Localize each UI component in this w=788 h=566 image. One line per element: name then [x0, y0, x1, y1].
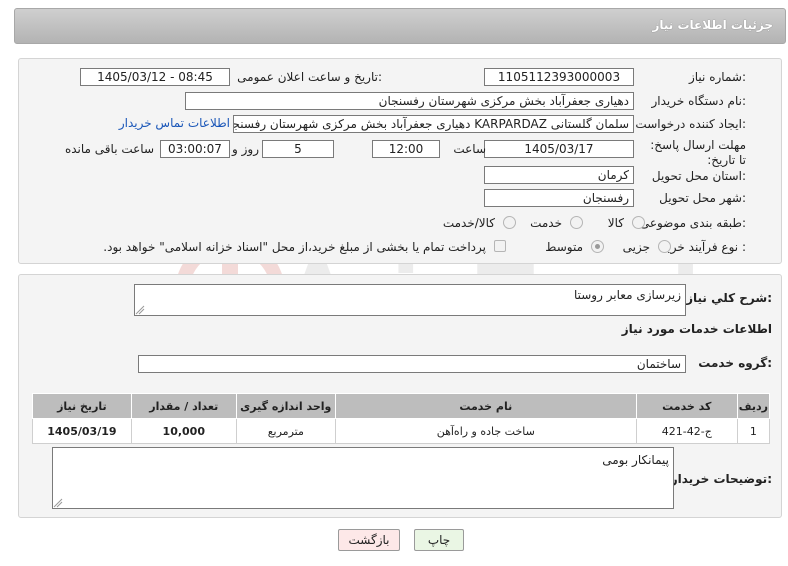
summary-label: شرح کلي نياز: — [686, 291, 772, 305]
creator-label: ایجاد کننده درخواست: — [635, 117, 746, 131]
col-row-number: ردیف — [736, 393, 771, 419]
category-option-goods-service: کالا/خدمت — [442, 216, 495, 230]
page-title: جزئیات اطلاعات نیاز — [652, 18, 773, 32]
category-radio-goods-service[interactable] — [503, 216, 516, 229]
need-number-field: 1105112393000003 — [484, 68, 634, 86]
remaining-time-field: 03:00:07 — [160, 140, 230, 158]
cell-row-number: 1 — [736, 418, 771, 444]
process-option-medium: متوسط — [545, 240, 583, 254]
province-label: استان محل تحویل: — [651, 169, 746, 183]
process-option-minor: جزیی — [622, 240, 650, 254]
col-unit: واحد اندازه گیری — [235, 393, 336, 419]
table-row: 1 ج-42-421 ساخت جاده و راه‌آهن مترمربع 1… — [32, 418, 771, 444]
process-radio-medium[interactable] — [591, 240, 604, 253]
buyer-notes-textarea[interactable]: پیمانکار بومی — [52, 447, 674, 509]
process-type-label: نوع فرآیند خرید : — [661, 240, 746, 254]
resize-grip-icon[interactable] — [135, 305, 145, 315]
category-option-goods: کالا — [607, 216, 624, 230]
cell-service-code: ج-42-421 — [635, 418, 738, 444]
service-group-field: ساختمان — [138, 355, 686, 373]
city-label: شهر محل تحویل: — [659, 191, 746, 205]
city-field: رفسنجان — [484, 189, 634, 207]
cell-quantity: 10,000 — [130, 418, 237, 444]
category-label: طبقه بندی موضوعی: — [639, 216, 746, 230]
cell-unit: مترمربع — [235, 418, 336, 444]
process-radio-minor[interactable] — [658, 240, 671, 253]
services-table: ردیف کد خدمت نام خدمت واحد اندازه گیری ت… — [32, 393, 771, 444]
days-label: روز و — [232, 142, 259, 156]
deadline-date-field: 1405/03/17 — [484, 140, 634, 158]
service-group-label: گروه خدمت: — [698, 356, 772, 370]
col-quantity: تعداد / مقدار — [130, 393, 237, 419]
services-section-title: اطلاعات خدمات مورد نیاز — [621, 322, 772, 336]
province-field: کرمان — [484, 166, 634, 184]
announce-datetime-field: 1405/03/12 - 08:45 — [80, 68, 230, 86]
deadline-time-label: ساعت — [453, 142, 486, 156]
deadline-time-field: 12:00 — [372, 140, 440, 158]
col-service-code: کد خدمت — [635, 393, 738, 419]
buyer-org-field: دهیاری جعفرآباد بخش مرکزی شهرستان رفسنجا… — [185, 92, 634, 110]
buyer-contact-link[interactable]: اطلاعات تماس خریدار — [119, 116, 230, 130]
buyer-org-label: نام دستگاه خریدار: — [651, 94, 747, 108]
table-header-row: ردیف کد خدمت نام خدمت واحد اندازه گیری ت… — [32, 393, 771, 419]
category-radio-goods[interactable] — [632, 216, 645, 229]
summary-textarea[interactable]: زیرسازی معابر روستا — [134, 284, 686, 316]
panel-header: جزئیات اطلاعات نیاز — [14, 8, 786, 44]
deadline-label: مهلت ارسال پاسخ: تا تاریخ: — [650, 138, 746, 167]
need-number-label: شماره نیاز: — [688, 70, 746, 84]
resize-grip-icon[interactable] — [53, 498, 63, 508]
print-button[interactable]: چاپ — [414, 529, 464, 551]
category-radio-service[interactable] — [570, 216, 583, 229]
col-need-date: تاریخ نیاز — [32, 393, 132, 419]
treasury-payment-note: پرداخت تمام یا بخشی از مبلغ خرید،از محل … — [103, 240, 486, 254]
treasury-payment-checkbox[interactable] — [494, 240, 506, 252]
creator-field: سلمان گلستانی KARPARDAZ دهیاری جعفرآباد … — [233, 115, 634, 133]
buyer-notes-label: توضیحات خریدار: — [670, 472, 772, 486]
category-option-service: خدمت — [530, 216, 562, 230]
cell-service-name: ساخت جاده و راه‌آهن — [334, 418, 637, 444]
back-button[interactable]: بازگشت — [338, 529, 400, 551]
remaining-label: ساعت باقی مانده — [64, 142, 154, 156]
days-remaining-field: 5 — [262, 140, 334, 158]
col-service-name: نام خدمت — [334, 393, 637, 419]
cell-need-date: 1405/03/19 — [32, 418, 132, 444]
announce-datetime-label: تاریخ و ساعت اعلان عمومی: — [237, 70, 382, 84]
